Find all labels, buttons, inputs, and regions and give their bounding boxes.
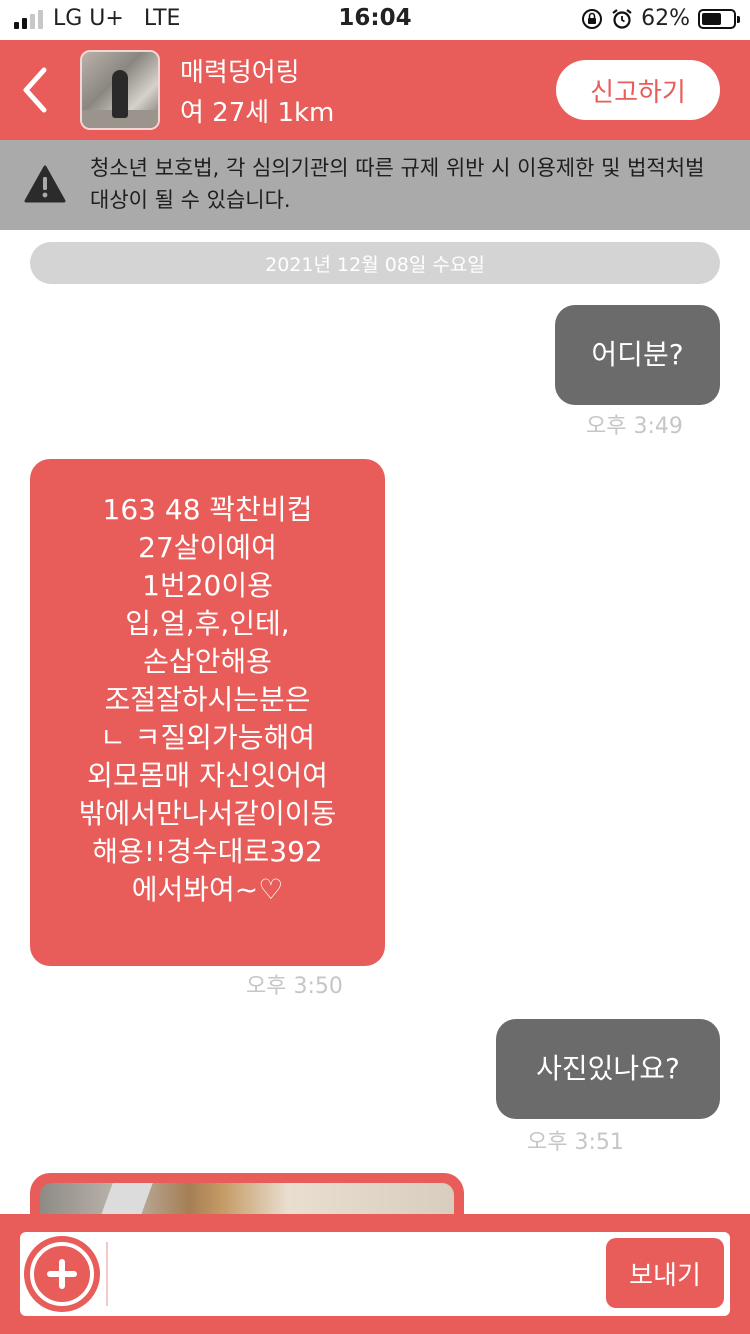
message-line: 밖에서만나서같이이동	[78, 797, 337, 830]
plus-icon	[30, 1242, 94, 1306]
chat-header: 매력덩어링 여 27세 1km 신고하기	[0, 40, 750, 140]
message-input[interactable]	[114, 1240, 594, 1308]
sent-message-bubble[interactable]: 어디분?	[555, 305, 720, 405]
message-line: 163 48 꽉찬비컵	[102, 493, 313, 526]
text-cursor	[106, 1242, 108, 1306]
warning-icon	[24, 165, 66, 203]
profile-avatar[interactable]	[80, 50, 160, 130]
received-message-bubble[interactable]: 163 48 꽉찬비컵 27살이예여 1번20이용 입,얼,후,인테, 손삽안해…	[30, 459, 385, 966]
message-line: 해용!!경수대로392	[92, 835, 323, 868]
message-line: 에서봐여~♡	[131, 873, 284, 906]
warning-text: 청소년 보호법, 각 심의기관의 따른 규제 위반 시 이용제한 및 법적처벌 …	[90, 156, 705, 212]
status-bar: LG U+ LTE 16:04 62%	[0, 0, 750, 40]
message-line: ㄴ ㅋ질외가능해여	[100, 721, 315, 754]
battery-percent: 62%	[641, 6, 690, 31]
message-time: 오후 3:50	[246, 974, 343, 999]
warning-banner: 청소년 보호법, 각 심의기관의 따른 규제 위반 시 이용제한 및 법적처벌 …	[0, 140, 750, 230]
photo-thumbnail[interactable]	[40, 1183, 454, 1214]
send-button[interactable]: 보내기	[606, 1238, 724, 1308]
message-time: 오후 3:49	[586, 414, 683, 439]
rotation-lock-icon	[582, 8, 603, 29]
alarm-icon	[612, 8, 632, 29]
message-line: 손삽안해용	[143, 645, 272, 678]
attach-button[interactable]	[24, 1236, 100, 1312]
message-time: 오후 3:51	[527, 1130, 624, 1155]
message-line: 입,얼,후,인테,	[125, 607, 290, 640]
sent-message-bubble[interactable]: 사진있나요?	[496, 1019, 720, 1119]
chevron-left-icon	[23, 67, 47, 113]
profile-meta: 여 27세 1km	[180, 98, 335, 128]
input-container: 보내기	[20, 1232, 730, 1316]
status-right: 62%	[581, 6, 740, 31]
received-photo-bubble[interactable]	[30, 1173, 464, 1214]
message-line: 1번20이용	[142, 569, 273, 602]
battery-icon	[698, 8, 740, 29]
message-line: 외모몸매 자신잇어여	[87, 759, 328, 792]
report-button[interactable]: 신고하기	[556, 60, 720, 120]
message-line: 조절잘하시는분은	[104, 683, 311, 716]
battery-level-fill	[702, 12, 721, 25]
profile-name: 매력덩어링	[180, 58, 300, 88]
message-input-bar: 보내기	[0, 1214, 750, 1334]
date-separator: 2021년 12월 08일 수요일	[30, 242, 720, 284]
chat-area[interactable]: 2021년 12월 08일 수요일 어디분? 오후 3:49 163 48 꽉찬…	[0, 230, 750, 1214]
back-button[interactable]	[14, 64, 54, 116]
message-line: 27살이예여	[138, 531, 277, 564]
